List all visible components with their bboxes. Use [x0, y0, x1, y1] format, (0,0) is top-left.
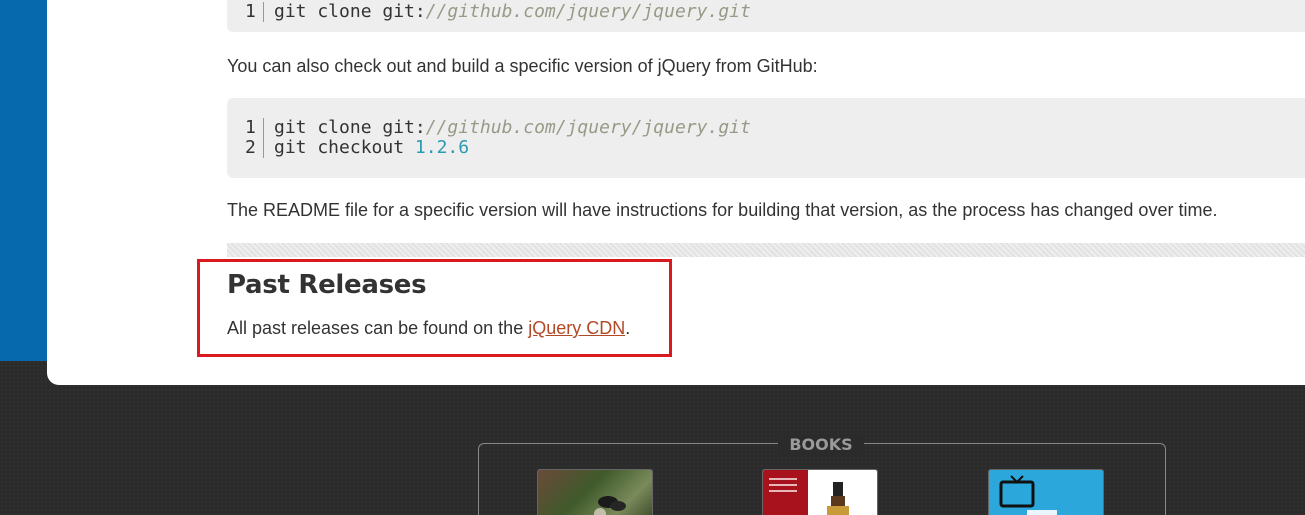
books-section-label: BOOKS	[778, 434, 864, 456]
past-releases-period: .	[625, 318, 631, 338]
code-line: 1 git clone git://github.com/jquery/jquer…	[245, 2, 751, 22]
intro-paragraph: You can also check out and build a speci…	[227, 56, 818, 76]
code-command: git clone git:	[274, 1, 426, 22]
code-version: 1.2.6	[414, 137, 470, 158]
readme-paragraph: The README file for a specific version w…	[227, 200, 1218, 220]
line-separator	[263, 138, 264, 158]
book-cover-red[interactable]	[762, 469, 878, 515]
code-line: 1 git clone git://github.com/jquery/jquer…	[245, 118, 751, 138]
jquery-cdn-link[interactable]: jQuery CDN	[528, 318, 625, 338]
line-separator	[263, 2, 264, 22]
tv-icon	[999, 475, 1057, 515]
line-number: 2	[245, 137, 256, 158]
book-cover-butterfly[interactable]	[537, 469, 653, 515]
book-cover-red-band	[763, 470, 808, 515]
code-url: //github.com/jquery/jquery.git	[425, 117, 751, 138]
code-block-clone: 1 git clone git://github.com/jquery/jquer…	[227, 0, 1305, 32]
line-number: 1	[245, 117, 256, 138]
hourglass-figure-icon	[827, 482, 849, 515]
past-releases-paragraph: All past releases can be found on the jQ…	[227, 317, 630, 339]
butterfly-icon	[594, 496, 626, 515]
line-separator	[263, 118, 264, 138]
code-command: git checkout	[274, 137, 415, 158]
code-line: 2 git checkout 1.2.6	[245, 138, 469, 158]
book-cover-tv[interactable]	[988, 469, 1104, 515]
past-releases-text: All past releases can be found on the	[227, 318, 529, 338]
code-command: git clone git:	[274, 117, 426, 138]
section-divider	[227, 243, 1305, 257]
code-block-checkout: 1 git clone git://github.com/jquery/jquer…	[227, 98, 1305, 178]
book-cover-title-lines	[769, 478, 797, 496]
code-url: //github.com/jquery/jquery.git	[425, 1, 751, 22]
past-releases-heading: Past Releases	[227, 270, 427, 300]
line-number: 1	[245, 1, 256, 22]
